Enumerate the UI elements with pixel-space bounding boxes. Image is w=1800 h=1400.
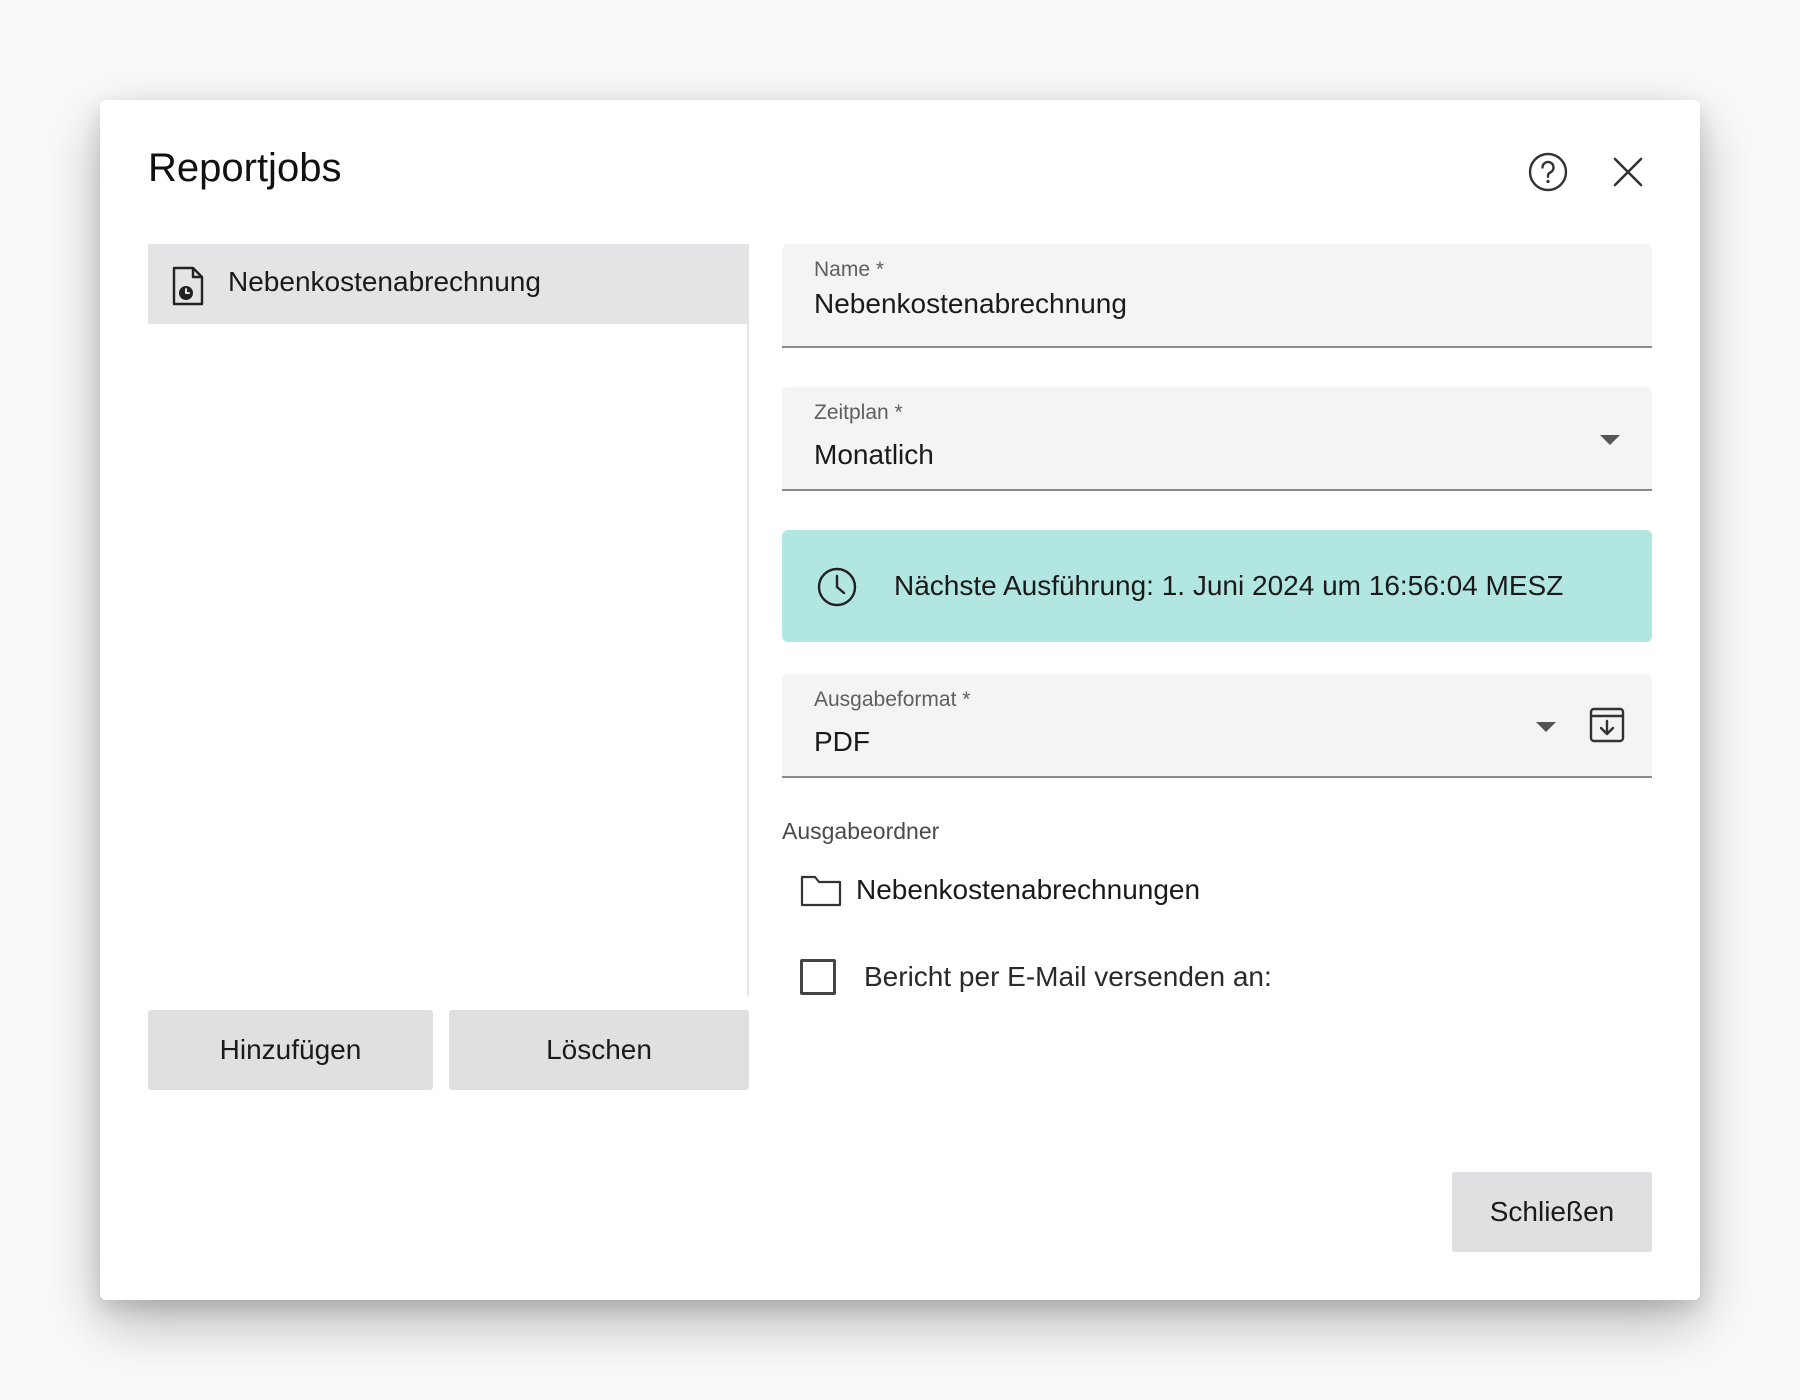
next-run-info: Nächste Ausführung: 1. Juni 2024 um 16:5… (782, 530, 1652, 642)
job-list: Nebenkostenabrechnung (148, 244, 749, 996)
add-button[interactable]: Hinzufügen (148, 1010, 433, 1090)
schedule-select-value[interactable]: Monatlich (814, 439, 934, 471)
email-option: Bericht per E-Mail versenden an: (800, 957, 1272, 997)
name-field-label: Name * (814, 258, 885, 281)
job-list-item[interactable]: Nebenkostenabrechnung (148, 244, 749, 324)
dropdown-arrow-icon[interactable] (1536, 722, 1556, 732)
email-checkbox[interactable] (800, 959, 836, 995)
close-dialog-button[interactable]: Schließen (1452, 1172, 1652, 1252)
email-checkbox-label[interactable]: Bericht per E-Mail versenden an: (864, 961, 1272, 993)
close-icon (1613, 157, 1643, 187)
dropdown-arrow-icon[interactable] (1600, 435, 1620, 445)
name-field-value[interactable]: Nebenkostenabrechnung (814, 288, 1127, 320)
name-field[interactable]: Name * Nebenkostenabrechnung (782, 244, 1652, 348)
output-folder-link[interactable]: Nebenkostenabrechnungen (800, 870, 1200, 910)
clock-icon (817, 567, 857, 607)
reportjobs-dialog: Reportjobs Nebenkostenabrechnung Hinzufü… (100, 100, 1700, 1300)
scheduled-document-icon (172, 266, 204, 306)
schedule-select[interactable]: Zeitplan * Monatlich (782, 387, 1652, 491)
dialog-title: Reportjobs (148, 146, 342, 190)
folder-icon (800, 875, 842, 907)
output-folder-label: Ausgabeordner (782, 818, 940, 844)
job-list-item-label: Nebenkostenabrechnung (228, 266, 541, 297)
next-run-text: Nächste Ausführung: 1. Juni 2024 um 16:5… (894, 570, 1564, 601)
output-format-label: Ausgabeformat * (814, 688, 971, 711)
output-format-value[interactable]: PDF (814, 726, 870, 758)
output-folder-name[interactable]: Nebenkostenabrechnungen (856, 874, 1200, 906)
help-circle-icon (1528, 152, 1568, 192)
delete-button[interactable]: Löschen (449, 1010, 749, 1090)
output-format-select[interactable]: Ausgabeformat * PDF (782, 674, 1652, 778)
close-button[interactable] (1600, 144, 1656, 200)
download-box-icon[interactable] (1588, 706, 1626, 744)
help-button[interactable] (1520, 144, 1576, 200)
schedule-select-label: Zeitplan * (814, 401, 903, 424)
